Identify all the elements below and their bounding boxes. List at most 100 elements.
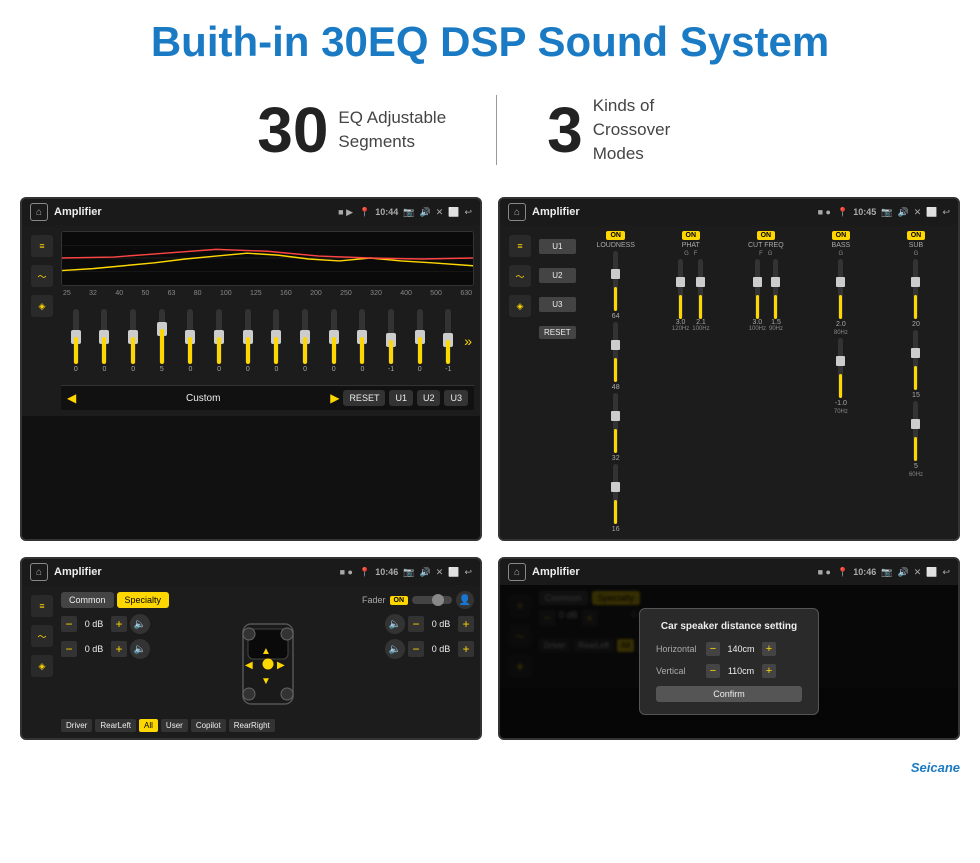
cx-u1-label[interactable]: U1 — [539, 239, 576, 254]
eq-slider-8[interactable]: 0 — [292, 309, 318, 373]
dist-confirm-button[interactable]: Confirm — [656, 686, 802, 702]
dist-close-icon[interactable]: ✕ — [914, 567, 922, 578]
cx-band-phat: ON PHAT G F 3.0 120Hz — [655, 231, 727, 533]
spk-app-name: Amplifier — [54, 566, 334, 578]
spk-vol-minus-0[interactable]: − — [61, 616, 77, 632]
spk-sidebar-wave-icon[interactable]: 〜 — [31, 625, 53, 647]
cx-sidebar-wave-icon[interactable]: 〜 — [509, 265, 531, 287]
spk-all-btn[interactable]: All — [139, 719, 158, 732]
cx-sub-track1[interactable] — [913, 259, 918, 319]
cx-cutfreq-g-track[interactable] — [773, 259, 778, 319]
sidebar-eq-icon[interactable]: ≡ — [31, 235, 53, 257]
eq-slider-4[interactable]: 0 — [178, 309, 204, 373]
cx-cutfreq-f-track[interactable] — [755, 259, 760, 319]
eq-slider-12[interactable]: 0 — [407, 309, 433, 373]
cx-bass-track2[interactable] — [838, 338, 843, 398]
cx-cutfreq-on[interactable]: ON — [757, 231, 776, 240]
spk-tab-specialty[interactable]: Specialty — [117, 592, 170, 608]
eq-u3-button[interactable]: U3 — [444, 390, 468, 406]
dist-home-icon[interactable]: ⌂ — [508, 563, 526, 581]
eq-slider-6[interactable]: 0 — [235, 309, 261, 373]
cx-loudness-track4[interactable] — [613, 464, 618, 524]
dist-vert-minus[interactable]: − — [706, 664, 720, 678]
sidebar-wave-icon[interactable]: 〜 — [31, 265, 53, 287]
spk-vol-plus-3[interactable]: + — [458, 641, 474, 657]
freq-100: 100 — [220, 290, 232, 297]
spk-close-icon[interactable]: ✕ — [436, 567, 444, 578]
spk-vol-minus-1[interactable]: − — [61, 641, 77, 657]
spk-vol-plus-2[interactable]: + — [458, 616, 474, 632]
eq-slider-11[interactable]: -1 — [378, 309, 404, 373]
cx-home-icon[interactable]: ⌂ — [508, 203, 526, 221]
eq-slider-3[interactable]: 5 — [149, 309, 175, 373]
cx-u3-label[interactable]: U3 — [539, 297, 576, 312]
eq-u1-button[interactable]: U1 — [389, 390, 413, 406]
cx-reset-button[interactable]: RESET — [539, 326, 576, 339]
dist-vert-plus[interactable]: + — [762, 664, 776, 678]
spk-bar-icons: 📍 10:46 📷 🔊 ✕ ⬜ ↩ — [359, 567, 472, 578]
cx-close-icon[interactable]: ✕ — [914, 207, 922, 218]
eq-slider-13[interactable]: -1 — [436, 309, 462, 373]
eq-next-button[interactable]: ▶ — [330, 391, 339, 405]
spk-vol-plus-1[interactable]: + — [111, 641, 127, 657]
spk-sidebar-eq-icon[interactable]: ≡ — [31, 595, 53, 617]
spk-home-icon[interactable]: ⌂ — [30, 563, 48, 581]
spk-back-icon[interactable]: ↩ — [464, 567, 472, 578]
eq-slider-0[interactable]: 0 — [63, 309, 89, 373]
eq-chevron-icon[interactable]: » — [464, 333, 472, 349]
spk-main-area: Common Specialty Fader ON 👤 — [61, 591, 474, 732]
freq-320: 320 — [370, 290, 382, 297]
spk-sidebar-vol-icon[interactable]: ◈ — [31, 655, 53, 677]
spk-rearleft-btn[interactable]: RearLeft — [95, 719, 136, 732]
spk-tab-common[interactable]: Common — [61, 592, 114, 608]
spk-vol-minus-2[interactable]: − — [408, 616, 424, 632]
cx-sub-on[interactable]: ON — [907, 231, 926, 240]
cx-loudness-track3[interactable] — [613, 393, 618, 453]
back-icon[interactable]: ↩ — [464, 207, 472, 218]
dist-bar-icons: 📍 10:46 📷 🔊 ✕ ⬜ ↩ — [837, 567, 950, 578]
eq-reset-button[interactable]: RESET — [343, 390, 385, 406]
dist-dialog: Car speaker distance setting Horizontal … — [639, 608, 819, 715]
eq-slider-9[interactable]: 0 — [321, 309, 347, 373]
eq-slider-10[interactable]: 0 — [350, 309, 376, 373]
cx-bass-track[interactable] — [838, 259, 843, 319]
cx-phat-f-track[interactable] — [698, 259, 703, 319]
eq-u2-button[interactable]: U2 — [417, 390, 441, 406]
spk-fader-on[interactable]: ON — [390, 596, 409, 605]
cx-loudness-track2[interactable] — [613, 322, 618, 382]
close-icon[interactable]: ✕ — [436, 207, 444, 218]
spk-rearright-btn[interactable]: RearRight — [229, 719, 275, 732]
spk-vol-val-3: 0 dB — [427, 644, 455, 654]
cx-phat-g-track[interactable] — [678, 259, 683, 319]
dist-horiz-plus[interactable]: + — [762, 642, 776, 656]
cx-sidebar-eq-icon[interactable]: ≡ — [509, 235, 531, 257]
spk-vol-row-3: 🔈 − 0 dB + — [385, 639, 474, 659]
cx-sub-track2[interactable] — [913, 330, 918, 390]
eq-slider-7[interactable]: 0 — [264, 309, 290, 373]
eq-prev-button[interactable]: ◀ — [67, 391, 76, 405]
cx-loudness-track1[interactable] — [613, 251, 618, 311]
cx-window-icon: ⬜ — [926, 207, 937, 218]
cx-sub-track3[interactable] — [913, 401, 918, 461]
spk-vol-minus-3[interactable]: − — [408, 641, 424, 657]
eq-slider-1[interactable]: 0 — [92, 309, 118, 373]
spk-vol-plus-0[interactable]: + — [111, 616, 127, 632]
cx-back-icon[interactable]: ↩ — [942, 207, 950, 218]
spk-user-btn[interactable]: User — [161, 719, 188, 732]
home-icon[interactable]: ⌂ — [30, 203, 48, 221]
spk-driver-btn[interactable]: Driver — [61, 719, 92, 732]
eq-slider-5[interactable]: 0 — [206, 309, 232, 373]
spk-fader-slider[interactable] — [412, 596, 452, 604]
eq-bottom-bar: ◀ Custom ▶ RESET U1 U2 U3 — [61, 385, 474, 410]
dist-horiz-minus[interactable]: − — [706, 642, 720, 656]
cx-loudness-on[interactable]: ON — [606, 231, 625, 240]
spk-copilot-btn[interactable]: Copilot — [191, 719, 226, 732]
cx-u2-label[interactable]: U2 — [539, 268, 576, 283]
spk-vol-row-0: − 0 dB + 🔈 — [61, 614, 150, 634]
cx-bass-on[interactable]: ON — [832, 231, 851, 240]
eq-slider-2[interactable]: 0 — [120, 309, 146, 373]
dist-back-icon[interactable]: ↩ — [942, 567, 950, 578]
cx-phat-on[interactable]: ON — [682, 231, 701, 240]
sidebar-vol-icon[interactable]: ◈ — [31, 295, 53, 317]
cx-sidebar-vol-icon[interactable]: ◈ — [509, 295, 531, 317]
